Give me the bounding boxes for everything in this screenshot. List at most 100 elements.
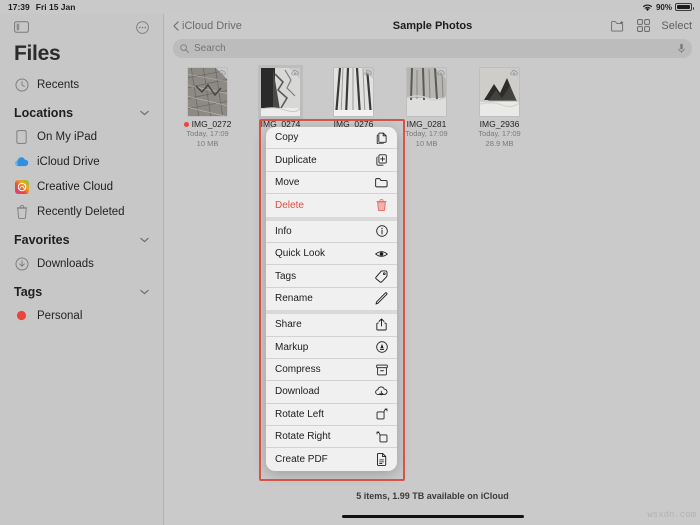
search-placeholder: Search: [194, 43, 226, 54]
tag-icon: [375, 269, 388, 283]
file-item[interactable]: IMG_0272 Today, 17:09 10 MB: [171, 66, 244, 149]
sidebar-item-label: Recents: [37, 78, 80, 91]
cloud-download-icon: [218, 70, 226, 76]
thumbnail-container: [390, 68, 463, 116]
menu-item-label: Share: [275, 319, 302, 331]
search-input[interactable]: Search: [173, 39, 692, 58]
file-name-row: IMG_0272: [183, 119, 232, 129]
menu-item-label: Delete: [275, 199, 304, 211]
rotate-right-icon: [375, 430, 388, 443]
file-item[interactable]: IMG_0281 Today, 17:09 10 MB: [390, 66, 463, 149]
file-date: Today, 17:09: [478, 129, 521, 138]
trash-icon: [375, 199, 388, 212]
folder-icon: [375, 176, 388, 189]
file-thumbnail[interactable]: [407, 68, 446, 116]
sidebar-item-on-my-ipad[interactable]: On My iPad: [10, 124, 153, 149]
sidebar-section-locations[interactable]: Locations: [10, 97, 153, 124]
copy-icon: [375, 131, 388, 144]
file-grid: IMG_0272 Today, 17:09 10 MB IMG_0274 IMG…: [165, 64, 700, 149]
sidebar-item-label: On My iPad: [37, 130, 98, 143]
menu-item-rotate-right[interactable]: Rotate Right: [266, 426, 397, 449]
sidebar-top-row: [10, 14, 153, 40]
menu-item-compress[interactable]: Compress: [266, 359, 397, 382]
file-thumbnail[interactable]: [188, 68, 227, 116]
rotate-left-icon: [375, 408, 388, 421]
menu-item-duplicate[interactable]: Duplicate: [266, 149, 397, 172]
file-name-row: IMG_2936: [480, 119, 520, 129]
sidebar-toggle-icon[interactable]: [14, 21, 29, 33]
sidebar-app-title: Files: [14, 42, 61, 65]
search-bar-container: Search: [165, 37, 700, 64]
compress-icon: [375, 363, 388, 376]
menu-item-label: Tags: [275, 270, 297, 282]
cloud-download-icon: [437, 70, 445, 76]
context-menu-group: Info Quick Look Tags Rename: [266, 216, 397, 311]
file-size: 10 MB: [196, 139, 219, 148]
chevron-down-icon[interactable]: [140, 289, 149, 295]
sidebar-section-tags[interactable]: Tags: [10, 276, 153, 303]
sidebar-item-recents[interactable]: Recents: [10, 72, 153, 97]
menu-item-label: Rename: [275, 293, 313, 305]
menu-item-share[interactable]: Share: [266, 314, 397, 337]
file-name: IMG_0281: [406, 119, 447, 129]
duplicate-icon: [375, 154, 388, 167]
download-circle-icon: [14, 256, 29, 271]
sidebar-item-recently-deleted[interactable]: Recently Deleted: [10, 199, 153, 224]
menu-item-rotate-left[interactable]: Rotate Left: [266, 404, 397, 427]
file-thumbnail[interactable]: [334, 68, 373, 116]
new-folder-icon[interactable]: [611, 19, 625, 33]
sidebar-item-creative-cloud[interactable]: Creative Cloud: [10, 174, 153, 199]
file-size: 10 MB: [415, 139, 438, 148]
markup-icon: [375, 341, 388, 354]
menu-item-move[interactable]: Move: [266, 172, 397, 195]
file-thumbnail-selected[interactable]: [261, 68, 300, 116]
navbar-actions: Select: [611, 19, 692, 33]
cloud-download-icon: [291, 70, 299, 76]
menu-item-rename[interactable]: Rename: [266, 288, 397, 310]
pdf-icon: [375, 453, 388, 467]
pencil-icon: [375, 292, 388, 305]
sidebar-section-favorites[interactable]: Favorites: [10, 224, 153, 251]
navigation-bar: iCloud Drive Sample Photos Select: [165, 14, 700, 37]
more-ellipsis-icon[interactable]: [136, 20, 149, 34]
menu-item-download[interactable]: Download: [266, 381, 397, 404]
search-icon: [180, 44, 189, 53]
select-button[interactable]: Select: [661, 20, 692, 32]
sidebar-section-title: Favorites: [14, 233, 70, 247]
sidebar-section-title: Tags: [14, 285, 43, 299]
status-bar: 17:39 Fri 15 Jan 90%: [0, 0, 700, 14]
file-name: IMG_0272: [191, 119, 232, 129]
menu-item-label: Info: [275, 225, 292, 237]
eye-icon: [375, 247, 388, 260]
file-thumbnail[interactable]: [480, 68, 519, 116]
context-menu-group: Share Markup Compress Download Rotate Le…: [266, 310, 397, 471]
context-menu-group: Copy Duplicate Move Delete: [266, 127, 397, 217]
menu-item-tags[interactable]: Tags: [266, 265, 397, 288]
sidebar-item-icloud-drive[interactable]: iCloud Drive: [10, 149, 153, 174]
home-indicator[interactable]: [341, 514, 524, 518]
clock-icon: [14, 77, 29, 92]
chevron-down-icon[interactable]: [140, 110, 149, 116]
chevron-down-icon[interactable]: [140, 237, 149, 243]
grid-view-icon[interactable]: [636, 19, 650, 33]
menu-item-quick-look[interactable]: Quick Look: [266, 243, 397, 266]
cloud-download-icon: [510, 70, 518, 76]
sidebar-item-label: Personal: [37, 309, 83, 322]
icloud-icon: [14, 154, 29, 169]
sidebar-item-personal-tag[interactable]: Personal: [10, 303, 153, 328]
ipad-files-app-screen: 17:39 Fri 15 Jan 90% Files Recents Locat…: [0, 0, 700, 525]
status-date: Fri 15 Jan: [35, 2, 76, 12]
watermark: wsxdn.com: [647, 510, 696, 520]
red-dot-icon: [14, 308, 29, 323]
menu-item-delete[interactable]: Delete: [266, 194, 397, 216]
status-bar-right: 90%: [642, 3, 694, 12]
menu-item-create-pdf[interactable]: Create PDF: [266, 448, 397, 470]
file-item[interactable]: IMG_2936 Today, 17:09 28.9 MB: [463, 66, 536, 149]
menu-item-info[interactable]: Info: [266, 221, 397, 243]
microphone-icon[interactable]: [678, 43, 685, 54]
info-circle-icon: [375, 225, 388, 238]
menu-item-copy[interactable]: Copy: [266, 127, 397, 150]
menu-item-markup[interactable]: Markup: [266, 337, 397, 359]
menu-item-label: Create PDF: [275, 454, 328, 466]
sidebar-item-downloads[interactable]: Downloads: [10, 251, 153, 276]
